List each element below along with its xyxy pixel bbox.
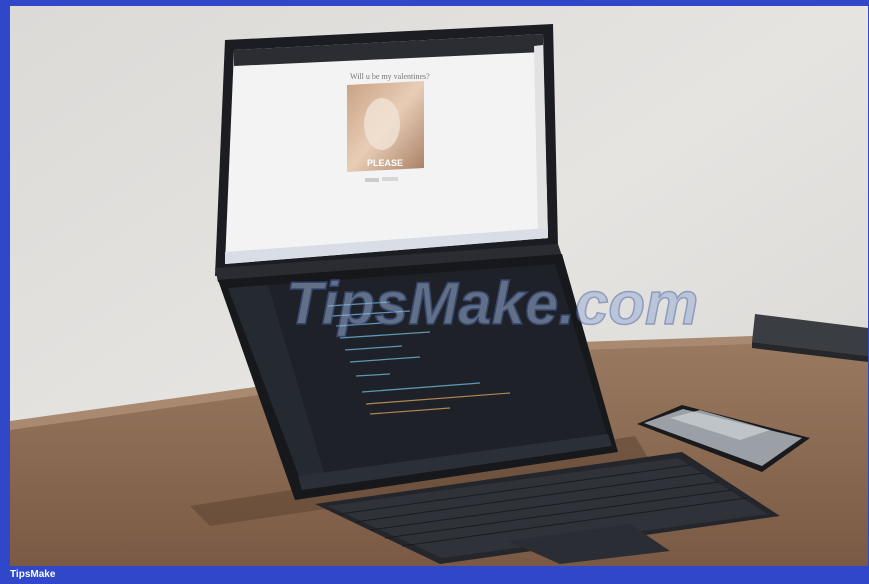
frame-border-left (0, 0, 10, 566)
photo: TipsMake.com Will u be my valentines? PL… (10, 6, 868, 566)
footer-brand: TipsMake (10, 569, 56, 580)
screen-caption: PLEASE (367, 158, 403, 168)
dog-face (364, 98, 400, 150)
footer-bar: TipsMake (0, 566, 869, 584)
screen-heading: Will u be my valentines? (350, 72, 430, 81)
photo-scene: TipsMake.com Will u be my valentines? PL… (10, 6, 868, 566)
watermark: TipsMake.com (285, 269, 699, 338)
screen-button-no (382, 177, 398, 181)
screen-button-yes (365, 178, 379, 182)
watermark-text: TipsMake.com (286, 270, 698, 337)
